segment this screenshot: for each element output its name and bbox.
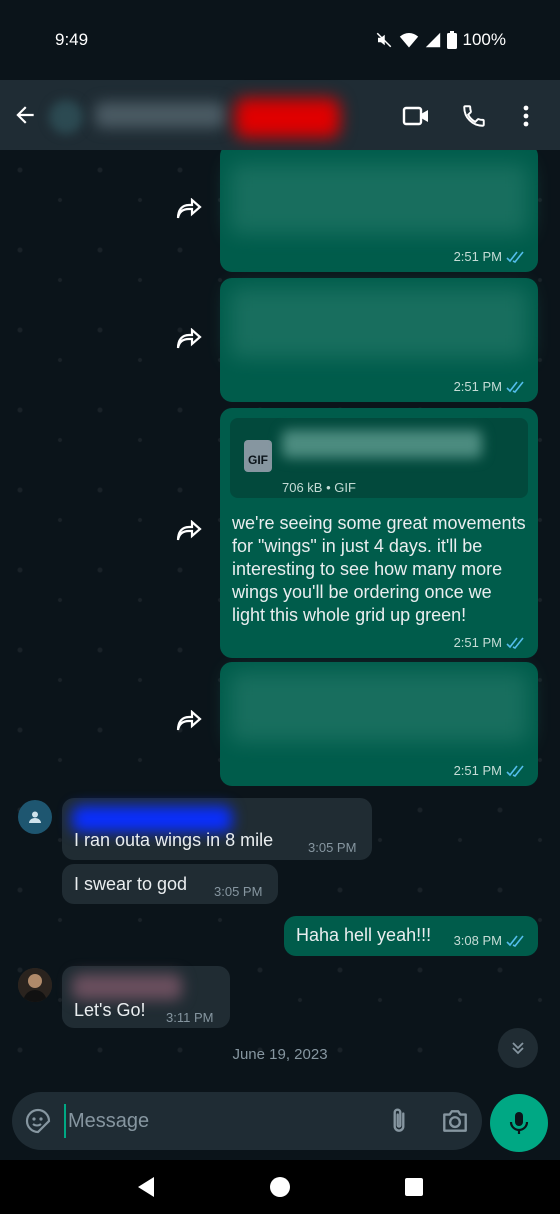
contact-avatar <box>49 100 83 134</box>
forward-icon <box>176 709 202 731</box>
incoming-message[interactable]: Let's Go! 3:11 PM <box>62 966 230 1028</box>
voice-message-button[interactable] <box>490 1094 548 1152</box>
person-icon <box>29 811 41 823</box>
system-navigation-bar <box>0 1160 560 1214</box>
read-ticks-icon <box>506 251 524 263</box>
gif-meta: 706 kB • GIF <box>282 480 356 495</box>
read-ticks-icon <box>506 637 524 649</box>
scroll-to-bottom-button[interactable] <box>498 1028 538 1068</box>
arrow-left-icon <box>16 106 34 124</box>
signal-icon <box>425 32 440 48</box>
message-text: I swear to god <box>74 874 188 894</box>
read-ticks-icon <box>506 381 524 393</box>
sticker-icon <box>25 1108 51 1134</box>
message-meta: 2:51 PM <box>454 249 526 264</box>
message-text: I ran outa wings in 8 mile <box>74 830 274 850</box>
more-options-button[interactable] <box>510 100 542 132</box>
emoji-button[interactable] <box>24 1107 52 1135</box>
incoming-message[interactable]: I ran outa wings in 8 mile 3:05 PM <box>62 798 372 860</box>
video-call-button[interactable] <box>400 100 432 132</box>
nav-home-button[interactable] <box>266 1173 294 1201</box>
composer-area <box>0 1068 560 1160</box>
date-divider: June 19, 2023 <box>232 1046 328 1063</box>
voice-call-button[interactable] <box>458 100 490 132</box>
back-button[interactable] <box>10 102 40 128</box>
blurred-media <box>230 288 528 358</box>
chat-area[interactable]: 2:51 PM 2:51 PM GIF 706 kB • GIF we're s… <box>0 150 560 1068</box>
circle-home-icon <box>270 1177 290 1197</box>
redaction-mark <box>235 98 340 138</box>
outgoing-message[interactable]: Haha hell yeah!!! 3:08 PM <box>284 916 538 956</box>
message-input[interactable] <box>64 1104 364 1138</box>
double-chevron-down-icon <box>512 1042 524 1055</box>
square-recents-icon <box>405 1178 423 1196</box>
phone-icon <box>463 105 485 127</box>
more-vertical-icon <box>523 105 529 127</box>
sender-name-redacted <box>72 974 182 1000</box>
video-camera-icon <box>402 106 428 126</box>
contact-name-redacted <box>95 102 225 128</box>
outgoing-message[interactable]: GIF 706 kB • GIF we're seeing some great… <box>220 408 538 658</box>
microphone-icon <box>509 1112 529 1134</box>
forward-icon <box>176 327 202 349</box>
message-meta: 2:51 PM <box>454 379 526 394</box>
paperclip-icon <box>393 1108 405 1132</box>
gif-filename-redacted <box>282 430 482 458</box>
forward-icon <box>176 519 202 541</box>
nav-recents-button[interactable] <box>400 1173 428 1201</box>
sender-avatar[interactable] <box>18 968 52 1002</box>
forward-button[interactable] <box>175 197 205 224</box>
message-time: 2:51 PM <box>453 763 502 778</box>
wifi-icon <box>399 33 418 48</box>
contact-info[interactable] <box>45 92 345 142</box>
sender-avatar[interactable] <box>18 800 52 834</box>
message-meta: 3:08 PM <box>454 933 526 948</box>
message-text: we're seeing some great movements for "w… <box>232 513 526 625</box>
outgoing-message[interactable]: 2:51 PM <box>220 278 538 402</box>
outgoing-message[interactable]: 2:51 PM <box>220 150 538 272</box>
message-text: Let's Go! <box>74 1000 146 1020</box>
forward-button[interactable] <box>175 519 205 546</box>
forward-button[interactable] <box>175 709 205 736</box>
camera-icon <box>443 1110 467 1132</box>
chat-header <box>0 80 560 150</box>
battery-percent: 100% <box>462 30 506 49</box>
blurred-media <box>230 164 528 234</box>
message-time: 2:51 PM <box>453 249 502 264</box>
camera-button[interactable] <box>440 1106 470 1136</box>
message-meta: 2:51 PM <box>454 763 526 778</box>
status-time: 9:49 <box>55 30 89 49</box>
forward-button[interactable] <box>175 327 205 354</box>
status-icons: 100% <box>375 30 506 50</box>
forward-icon <box>176 197 202 219</box>
profile-photo-icon <box>18 968 52 1002</box>
message-text: Haha hell yeah!!! <box>296 925 432 945</box>
message-time: 3:05 PM <box>214 884 263 899</box>
message-time: 3:08 PM <box>453 933 502 948</box>
gif-badge: GIF <box>248 453 268 467</box>
sender-name-redacted <box>72 806 232 832</box>
message-time: 3:05 PM <box>308 840 357 855</box>
attach-button[interactable] <box>386 1106 412 1136</box>
nav-back-button[interactable] <box>132 1173 160 1201</box>
outgoing-message[interactable]: 2:51 PM <box>220 662 538 786</box>
message-time: 2:51 PM <box>453 379 502 394</box>
battery-icon <box>446 31 457 49</box>
read-ticks-icon <box>506 935 524 947</box>
triangle-back-icon <box>138 1177 154 1197</box>
mute-icon <box>376 32 391 48</box>
blurred-media <box>230 672 528 742</box>
status-bar: 9:49 100% <box>0 0 560 80</box>
read-ticks-icon <box>506 765 524 777</box>
gif-attachment[interactable]: GIF 706 kB • GIF <box>230 418 528 498</box>
gif-file-icon: GIF <box>244 440 272 472</box>
message-composer <box>12 1092 482 1150</box>
message-time: 3:11 PM <box>166 1010 214 1025</box>
incoming-message[interactable]: I swear to god 3:05 PM <box>62 864 278 904</box>
message-time: 2:51 PM <box>453 635 502 650</box>
message-meta: 2:51 PM <box>454 635 526 650</box>
